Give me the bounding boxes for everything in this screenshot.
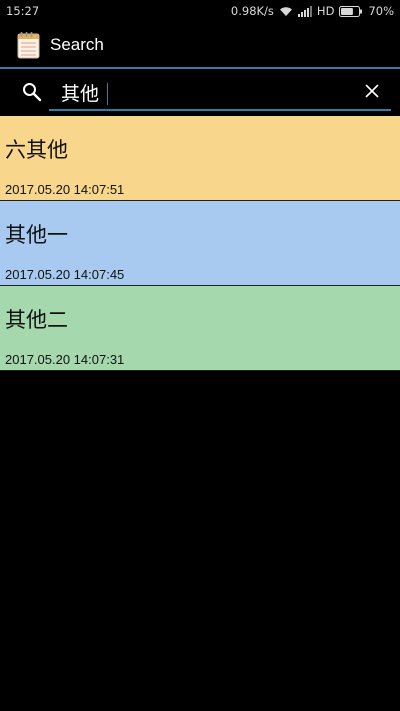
note-timestamp: 2017.05.20 14:07:45: [5, 267, 125, 282]
list-item[interactable]: 六其他 2017.05.20 14:07:51: [0, 116, 400, 201]
search-icon: [22, 82, 42, 102]
status-time: 15:27: [6, 4, 40, 18]
page-title: Search: [50, 35, 104, 54]
close-icon[interactable]: [362, 81, 382, 101]
wifi-icon: [279, 6, 293, 17]
note-title: 其他二: [5, 308, 68, 332]
battery-icon: [339, 5, 363, 17]
network-speed: 0.98K/s: [230, 4, 274, 18]
signal-icon: [297, 5, 312, 17]
status-bar: 15:27 0.98K/s HD 70%: [0, 0, 400, 22]
note-title: 其他一: [5, 223, 68, 247]
search-bar: [0, 69, 400, 115]
screen: 15:27 0.98K/s HD 70% Search 其他 六其他 2017.…: [0, 0, 400, 711]
note-timestamp: 2017.05.20 14:07:51: [5, 182, 125, 197]
search-input[interactable]: [59, 80, 343, 104]
app-bar: Search: [0, 22, 400, 68]
notes-list: 六其他 2017.05.20 14:07:51 其他一 2017.05.20 1…: [0, 116, 400, 371]
network-type: HD: [316, 4, 335, 18]
status-indicators: 0.98K/s HD 70%: [231, 4, 394, 18]
list-item[interactable]: 其他一 2017.05.20 14:07:45: [0, 201, 400, 286]
list-item[interactable]: 其他二 2017.05.20 14:07:31: [0, 286, 400, 371]
text-cursor: [107, 83, 108, 105]
notepad-icon[interactable]: [17, 31, 40, 59]
battery-percent: 70%: [368, 4, 394, 18]
search-field[interactable]: [49, 77, 391, 111]
note-timestamp: 2017.05.20 14:07:31: [5, 352, 125, 367]
note-title: 六其他: [5, 138, 68, 162]
